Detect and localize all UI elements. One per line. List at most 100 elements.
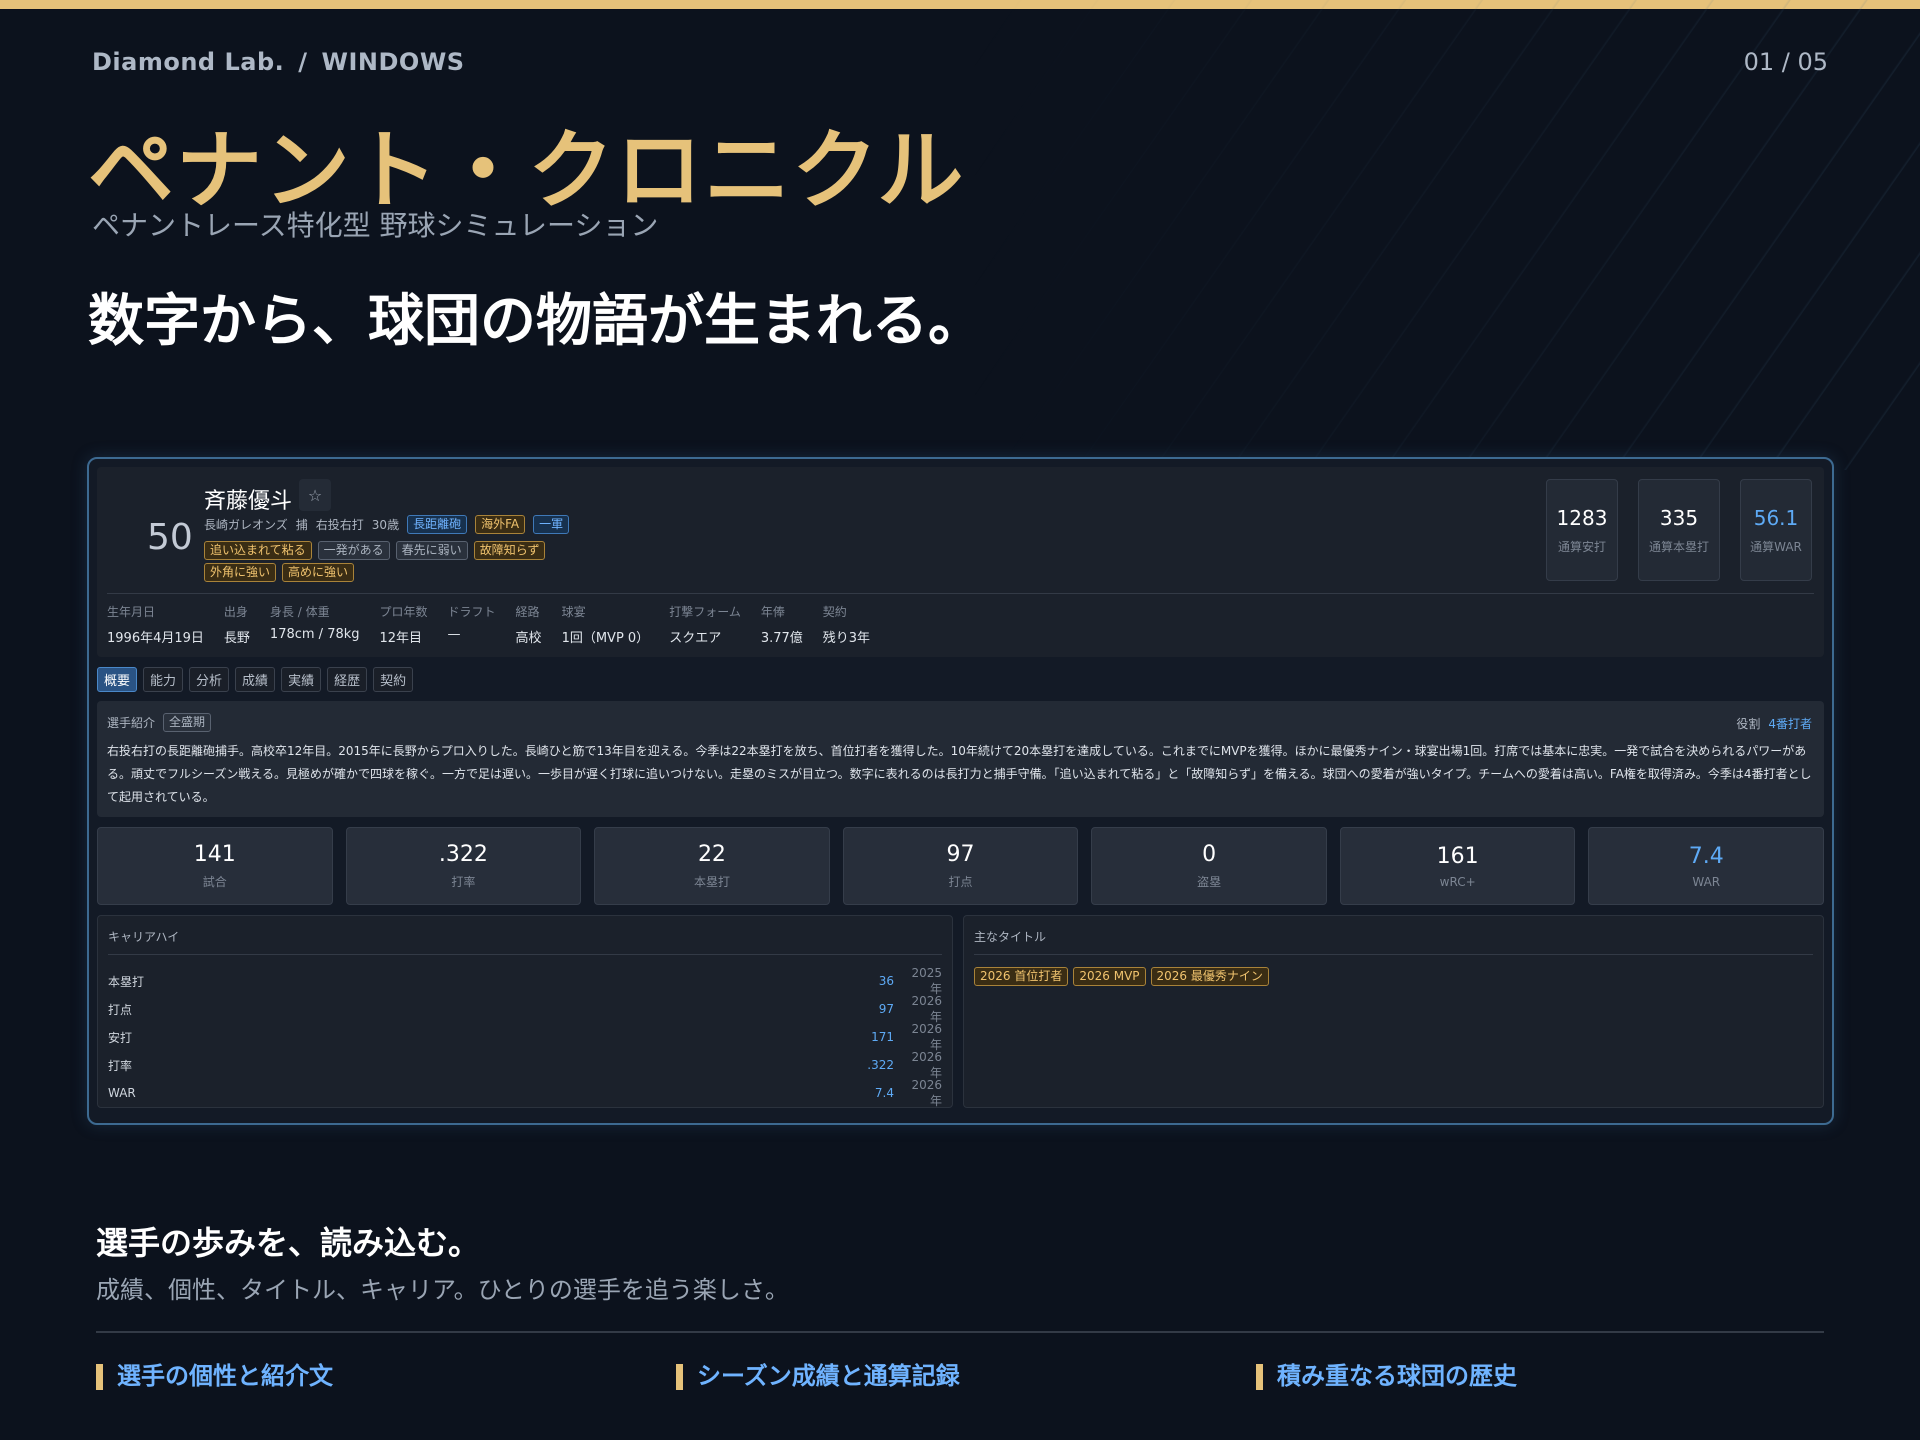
ch-year: 2025年 <box>911 965 942 996</box>
career-high-list: 本塁打 36 2025年 打点 97 2026年 安打 171 2026年 打率 .322 20… <box>108 965 942 1108</box>
stat-value: 7.4 <box>1688 843 1724 869</box>
stat-value: 161 <box>1436 843 1479 869</box>
title-tag: 2026 MVP <box>1073 967 1146 986</box>
favorite-button[interactable]: ☆ <box>299 479 331 511</box>
info-height-weight: 身長 / 体重 178cm / 78kg <box>270 603 360 646</box>
breadcrumb-section: WINDOWS <box>321 48 465 76</box>
stat-label: 本塁打 <box>693 875 730 889</box>
info-salary: 年俸 3.77億 <box>761 603 803 646</box>
stat-games: 141 試合 <box>97 827 333 905</box>
ch-label: 打率 <box>108 1058 133 1073</box>
stat-war: 7.4 WAR <box>1588 827 1825 905</box>
breadcrumb: Diamond Lab. / WINDOWS <box>92 48 465 76</box>
list-item: 本塁打 36 2025年 <box>108 965 942 996</box>
page-indicator: 01 / 05 <box>1743 48 1828 76</box>
top-accent-bar <box>0 0 1920 9</box>
title-tag: 2026 首位打者 <box>974 967 1069 986</box>
role-label: 役割 <box>1736 717 1761 731</box>
ch-value: 171 <box>871 1030 894 1044</box>
stat-label: 通算WAR <box>1750 539 1802 554</box>
role-value: 4番打者 <box>1768 717 1812 731</box>
trait-tag: 外角に強い <box>204 563 277 582</box>
trait-tags-row-1: 追い込まれて粘る 一発がある 春先に弱い 故障知らず <box>204 541 546 560</box>
stat-career-hr: 335 通算本塁打 <box>1638 479 1720 581</box>
info-pro-years: プロ年数 12年目 <box>380 603 428 646</box>
ch-label: 安打 <box>108 1030 133 1045</box>
stat-wrc: 161 wRC+ <box>1339 827 1576 905</box>
info-contract: 契約 残り3年 <box>823 603 870 646</box>
period-badge[interactable]: 全盛期 <box>163 713 212 732</box>
stat-label: 試合 <box>202 875 227 889</box>
stat-hr: 22 本塁打 <box>594 827 830 905</box>
star-outline-icon: ☆ <box>307 485 323 505</box>
feature-list: 選手の個性と紹介文 シーズン成績と通算記録 積み重なる球団の歴史 <box>96 1356 1856 1391</box>
stat-label: 打率 <box>451 875 476 889</box>
info-hometown: 出身 長野 <box>224 603 250 646</box>
info-label: 身長 / 体重 <box>269 605 330 619</box>
tab-overview[interactable]: 概要 <box>97 667 138 692</box>
intro-header: 選手紹介 全盛期 <box>107 713 1814 732</box>
info-label: 出身 <box>223 605 248 619</box>
badge-roster: 一軍 <box>533 515 570 534</box>
feature-title: 選手の歩みを、読み込む。 <box>96 1224 481 1262</box>
feature-label: シーズン成績と通算記録 <box>697 1362 960 1390</box>
tab-history[interactable]: 経歴 <box>327 667 368 692</box>
stat-rbi: 97 打点 <box>842 827 1079 905</box>
list-item: 打点 97 2026年 <box>108 994 942 1024</box>
position: 捕 <box>295 518 308 532</box>
handedness: 右投右打 <box>315 518 364 532</box>
divider <box>96 1331 1824 1333</box>
feature-label: 積み重なる球団の歴史 <box>1277 1362 1517 1390</box>
stat-avg: .322 打率 <box>345 827 582 905</box>
ch-value: 97 <box>878 1002 894 1016</box>
stat-label: 盗塁 <box>1197 875 1222 889</box>
trait-tags-row-2: 外角に強い 高めに強い <box>204 563 355 582</box>
tab-achievements[interactable]: 実績 <box>281 667 322 692</box>
ch-value: .322 <box>867 1058 894 1072</box>
info-value: 3.77億 <box>760 631 803 646</box>
stat-label: wRC+ <box>1439 874 1476 889</box>
info-value: 1回（MVP 0） <box>561 631 650 646</box>
player-window: 50 斉藤優斗 ☆ 長崎ガレオンズ 捕 右投右打 30歳 長距離砲 海外FA 一… <box>87 457 1834 1125</box>
panel-title: キャリアハイ <box>108 928 942 955</box>
stat-label: 通算安打 <box>1557 539 1606 554</box>
info-value: 178cm / 78kg <box>269 627 360 642</box>
info-value: 長野 <box>223 631 250 646</box>
info-label: 経路 <box>515 605 540 619</box>
player-tabs: 概要 能力 分析 成績 実績 経歴 契約 <box>97 667 414 692</box>
stat-sb: 0 盗塁 <box>1091 827 1327 905</box>
stat-label: WAR <box>1692 874 1721 889</box>
info-route: 経路 高校 <box>516 603 542 646</box>
trait-tag: 高めに強い <box>282 563 355 582</box>
stat-career-hits: 1283 通算安打 <box>1546 479 1618 581</box>
info-birthdate: 生年月日 1996年4月19日 <box>107 603 204 646</box>
title-tags: 2026 首位打者 2026 MVP 2026 最優秀ナイン <box>974 967 1813 986</box>
team-name: 長崎ガレオンズ <box>204 518 288 532</box>
hero-tagline: 数字から、球団の物語が生まれる。 <box>88 289 984 354</box>
titles-panel: 主なタイトル 2026 首位打者 2026 MVP 2026 最優秀ナイン <box>963 915 1824 1108</box>
tab-abilities[interactable]: 能力 <box>143 667 184 692</box>
info-label: 打撃フォーム <box>669 605 741 619</box>
badge-type: 長距離砲 <box>407 515 468 534</box>
ch-value: 7.4 <box>874 1086 894 1100</box>
info-label: 球宴 <box>561 605 586 619</box>
title-tag: 2026 最優秀ナイン <box>1150 967 1269 986</box>
ch-year: 2026年 <box>911 1021 942 1052</box>
info-value: 残り3年 <box>822 631 871 646</box>
tab-contract[interactable]: 契約 <box>373 667 414 692</box>
tab-stats[interactable]: 成績 <box>235 667 276 692</box>
info-label: 生年月日 <box>107 605 156 619</box>
tab-analysis[interactable]: 分析 <box>189 667 230 692</box>
hero-subtitle: ペナントレース特化型 野球シミュレーション <box>92 209 659 242</box>
stat-value: 56.1 <box>1753 505 1799 530</box>
badge-fa: 海外FA <box>475 515 526 534</box>
stat-value: 22 <box>697 842 726 867</box>
feature-item: シーズン成績と通算記録 <box>676 1356 1256 1391</box>
feature-item: 選手の個性と紹介文 <box>96 1356 676 1391</box>
player-meta: 長崎ガレオンズ 捕 右投右打 30歳 長距離砲 海外FA 一軍 <box>204 515 570 534</box>
ch-label: 本塁打 <box>108 974 145 989</box>
career-high-panel: キャリアハイ 本塁打 36 2025年 打点 97 2026年 安打 171 2026年 打… <box>97 915 953 1108</box>
trait-tag: 春先に弱い <box>395 541 468 560</box>
breadcrumb-brand: Diamond Lab. <box>92 48 285 76</box>
age: 30歳 <box>371 518 400 532</box>
